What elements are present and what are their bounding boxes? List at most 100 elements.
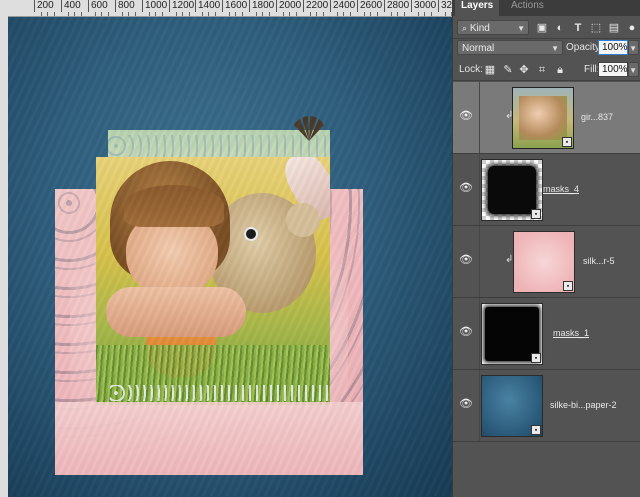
ruler-minor-tick — [215, 12, 216, 16]
ruler-minor-tick — [149, 12, 150, 16]
ruler-minor-tick — [262, 12, 263, 16]
ruler-label: 2200 — [303, 0, 328, 12]
layer-row[interactable]: 👁︎ ↲ ▪ silk...r-5 — [453, 226, 640, 298]
ruler-minor-tick — [256, 12, 257, 16]
photo-top-strip — [108, 130, 330, 190]
thumbnail-photo — [519, 96, 567, 140]
layer-row[interactable]: 👁︎ ▪ masks_1 — [453, 298, 640, 370]
teddy-eye — [246, 229, 256, 239]
pink-paper-bottom — [55, 402, 363, 475]
ruler-minor-tick — [242, 12, 243, 16]
kind-filter-select[interactable]: ⌕ Kind ▼ — [457, 20, 529, 35]
lock-label: Lock: — [459, 64, 483, 75]
eye-icon[interactable]: 👁︎ — [459, 327, 473, 338]
smart-object-filter-icon[interactable]: ▤ — [607, 21, 621, 35]
divider — [453, 38, 640, 39]
ruler-minor-tick — [424, 12, 425, 16]
ruler-minor-tick — [431, 12, 432, 16]
layer-name: masks_1 — [553, 328, 590, 338]
ruler-minor-tick — [404, 12, 405, 16]
ruler-minor-tick — [289, 12, 290, 16]
teddy-ear — [286, 203, 320, 237]
ruler-minor-tick — [68, 12, 69, 16]
eye-icon[interactable]: 👁︎ — [459, 183, 473, 194]
ruler-minor-tick — [397, 12, 398, 16]
ruler-label: 1200 — [169, 0, 194, 12]
eye-icon[interactable]: 👁︎ — [459, 111, 473, 122]
lace-border-bottom — [110, 385, 330, 401]
ruler-minor-tick — [445, 12, 446, 16]
fan-ornament-icon — [294, 116, 324, 141]
eye-icon[interactable]: 👁︎ — [459, 255, 473, 266]
lock-all-icon[interactable]: 🔒︎ — [553, 63, 567, 77]
opacity-field[interactable]: 100% — [598, 40, 628, 55]
layer-thumbnail: ▪ — [512, 87, 574, 149]
ruler-minor-tick — [235, 12, 236, 16]
smart-object-badge-icon: ▪ — [531, 353, 541, 363]
ruler-minor-tick — [208, 12, 209, 16]
layer-thumbnail: ▪ — [481, 375, 543, 437]
panel-tabs: Layers Actions — [453, 0, 640, 16]
girl-foot — [277, 157, 330, 227]
tab-layers[interactable]: Layers — [455, 0, 500, 16]
ruler-minor-tick — [54, 12, 55, 16]
horizontal-ruler: 200 400 600 800 1000 1200 1400 1600 1800 2000 2200… — [0, 0, 452, 17]
type-filter-icon[interactable]: T — [571, 21, 585, 35]
ruler-minor-tick — [269, 12, 270, 16]
layer-row[interactable]: 👁︎ ▪ masks_4 — [453, 154, 640, 226]
blend-mode-select[interactable]: Normal ▼ — [457, 40, 563, 55]
lace-border-top — [108, 135, 330, 157]
thumbnail-mask — [488, 166, 536, 214]
girl-arms — [106, 287, 246, 337]
ruler-minor-tick — [283, 12, 284, 16]
lock-transparent-pixels-icon[interactable]: ▦ — [483, 63, 497, 77]
blend-mode-value: Normal — [462, 43, 495, 54]
chevron-down-icon: ▼ — [517, 24, 525, 33]
image-filter-icon[interactable]: ▣ — [535, 21, 549, 35]
adjustment-filter-icon[interactable]: ◐ — [553, 21, 567, 35]
fill-field[interactable]: 100% — [598, 62, 628, 77]
ruler-minor-tick — [377, 12, 378, 16]
lock-image-pixels-icon[interactable]: ✎ — [501, 63, 515, 77]
ruler-minor-tick — [364, 12, 365, 16]
filter-toggle-icon[interactable]: ● — [625, 21, 639, 35]
girl-photo — [96, 157, 330, 405]
kind-label: Kind — [469, 23, 490, 34]
eye-icon[interactable]: 👁︎ — [459, 399, 473, 410]
document-canvas[interactable] — [8, 17, 452, 497]
ruler-minor-tick — [155, 12, 156, 16]
ruler-minor-tick — [135, 12, 136, 16]
ruler-minor-tick — [323, 12, 324, 16]
layer-row[interactable]: 👁︎ ▪ silke-bi...paper-2 — [453, 370, 640, 442]
ruler-label: 1600 — [222, 0, 247, 12]
layer-name: masks_4 — [543, 184, 580, 194]
ruler-minor-tick — [296, 12, 297, 16]
ruler-minor-tick — [343, 12, 344, 16]
ruler-minor-tick — [128, 12, 129, 16]
fill-dropdown[interactable]: ▼ — [628, 62, 639, 77]
ruler-minor-tick — [310, 12, 311, 16]
lock-position-icon[interactable]: ✥ — [517, 63, 531, 77]
layer-thumbnail: ▪ — [481, 303, 543, 365]
ruler-minor-tick — [74, 12, 75, 16]
ruler-minor-tick — [182, 12, 183, 16]
girl-bangs — [124, 185, 224, 227]
lock-artboard-icon[interactable]: ⌗ — [535, 63, 549, 77]
ruler-label: 320 — [438, 0, 452, 12]
divider — [453, 80, 640, 81]
ruler-label: 1000 — [142, 0, 167, 12]
chevron-down-icon: ▼ — [551, 44, 559, 53]
tab-actions[interactable]: Actions — [505, 0, 550, 16]
layer-row[interactable]: 👁︎ ↲ ▪ gir...837 — [453, 82, 640, 154]
layer-thumbnail: ▪ — [513, 231, 575, 293]
ruler-minor-tick — [350, 12, 351, 16]
chevron-down-icon: ▼ — [629, 44, 637, 53]
shape-filter-icon[interactable]: ⬚ — [589, 21, 603, 35]
ruler-minor-tick — [108, 12, 109, 16]
ruler-label: 2600 — [357, 0, 382, 12]
layer-name: silke-bi...paper-2 — [550, 400, 617, 410]
ruler-label: 2800 — [384, 0, 409, 12]
search-icon: ⌕ — [462, 23, 468, 33]
ruler-minor-tick — [81, 12, 82, 16]
opacity-dropdown[interactable]: ▼ — [628, 40, 639, 55]
